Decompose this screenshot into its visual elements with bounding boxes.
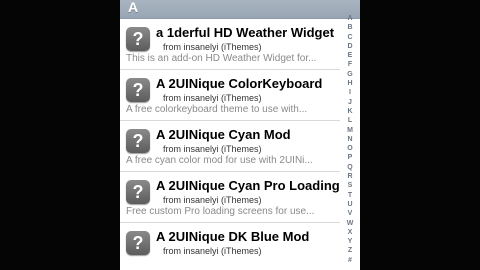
question-mark-icon: ? [126,231,150,255]
package-author: from insanelyi (iThemes) [163,195,262,205]
index-letter[interactable]: J [348,98,352,107]
index-letter[interactable]: F [348,60,352,69]
index-letter[interactable]: N [347,135,352,144]
question-mark-icon: ? [126,129,150,153]
package-author: from insanelyi (iThemes) [163,144,262,154]
index-letter[interactable]: L [348,116,352,125]
question-mark-icon: ? [126,27,150,51]
package-author: from insanelyi (iThemes) [163,42,262,52]
section-header-label: A [128,0,139,15]
index-letter[interactable]: T [348,191,352,200]
list-item[interactable]: ? A 2UINique Cyan Mod from insanelyi (iT… [120,121,340,172]
package-title: A 2UINique Cyan Mod [156,127,291,142]
index-letter[interactable]: S [348,181,353,190]
list-item[interactable]: ? A 2UINique ColorKeyboard from insanely… [120,70,340,121]
index-letter[interactable]: Y [348,237,353,246]
package-description: Free custom Pro loading screens for use.… [126,206,315,217]
index-letter[interactable]: B [347,23,352,32]
index-letter[interactable]: C [347,33,352,42]
alphabet-index-bar[interactable]: A B C D E F G H I J K L M N O P Q R S T U V W X Y Z # [340,14,360,265]
question-mark-icon: ? [126,78,150,102]
index-letter[interactable]: O [347,144,352,153]
index-letter[interactable]: P [348,153,353,162]
index-letter[interactable]: A [347,14,352,23]
index-letter[interactable]: I [349,88,351,97]
package-description: This is an add-on HD Weather Widget for.… [126,53,317,64]
package-description: A free cyan color mod for use with 2UINi… [126,155,313,166]
package-title: A 2UINique ColorKeyboard [156,76,323,91]
package-title: A 2UINique DK Blue Mod [156,229,310,244]
index-letter[interactable]: Q [347,163,352,172]
index-letter[interactable]: V [348,209,353,218]
section-header: A [120,0,360,19]
package-author: from insanelyi (iThemes) [163,246,262,256]
list-item[interactable]: ? A 2UINique Cyan Pro Loading from insan… [120,172,340,223]
index-letter[interactable]: M [347,126,353,135]
left-letterbox [0,0,120,270]
index-letter[interactable]: # [348,256,352,265]
package-list-screen: A ? a 1derful HD Weather Widget from ins… [120,0,360,270]
index-letter[interactable]: D [347,42,352,51]
package-author: from insanelyi (iThemes) [163,93,262,103]
list-item[interactable]: ? a 1derful HD Weather Widget from insan… [120,19,340,70]
package-title: a 1derful HD Weather Widget [156,25,335,40]
index-letter[interactable]: G [347,70,352,79]
index-letter[interactable]: H [347,79,352,88]
package-description: A free colorkeyboard theme to use with..… [126,104,308,115]
index-letter[interactable]: W [347,219,354,228]
package-title: A 2UINique Cyan Pro Loading [156,178,340,193]
index-letter[interactable]: K [347,107,352,116]
index-letter[interactable]: E [348,51,353,60]
list-item[interactable]: ? A 2UINique DK Blue Mod from insanelyi … [120,223,340,270]
index-letter[interactable]: U [347,200,352,209]
question-mark-icon: ? [126,180,150,204]
right-letterbox [360,0,480,270]
index-letter[interactable]: X [348,228,353,237]
index-letter[interactable]: R [347,172,352,181]
index-letter[interactable]: Z [348,246,352,255]
